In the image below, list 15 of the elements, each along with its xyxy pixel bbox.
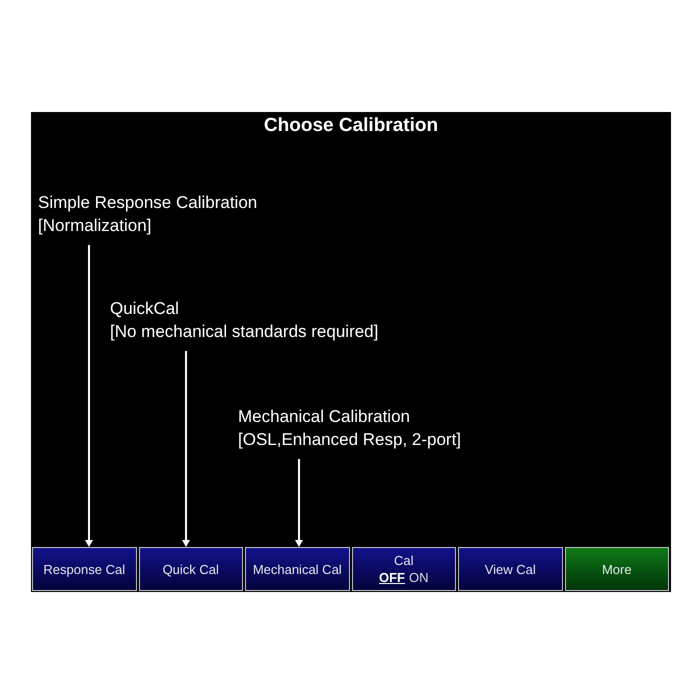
annotation-detail: [OSL,Enhanced Resp, 2-port]: [238, 429, 462, 451]
toggle-option: OFF: [379, 569, 405, 586]
softkey-button[interactable]: More: [564, 547, 669, 591]
softkey-button[interactable]: Response Cal: [32, 547, 136, 591]
annotation-detail: [Normalization]: [38, 215, 152, 237]
annotation-detail: [No mechanical standards required]: [110, 321, 378, 343]
annotation-heading: Mechanical Calibration: [238, 406, 410, 428]
softkey-button[interactable]: Quick Cal: [138, 547, 243, 591]
screen-title: Choose Calibration: [264, 115, 438, 138]
softkey-button[interactable]: Mechanical Cal: [245, 547, 350, 591]
annotation-heading: QuickCal: [110, 298, 179, 320]
annotation-heading: Simple Response Calibration: [38, 192, 258, 214]
softkey-button[interactable]: View Cal: [458, 547, 562, 591]
softkey-button[interactable]: Cal OFF ON: [352, 547, 456, 591]
toggle-option: ON: [409, 569, 428, 586]
